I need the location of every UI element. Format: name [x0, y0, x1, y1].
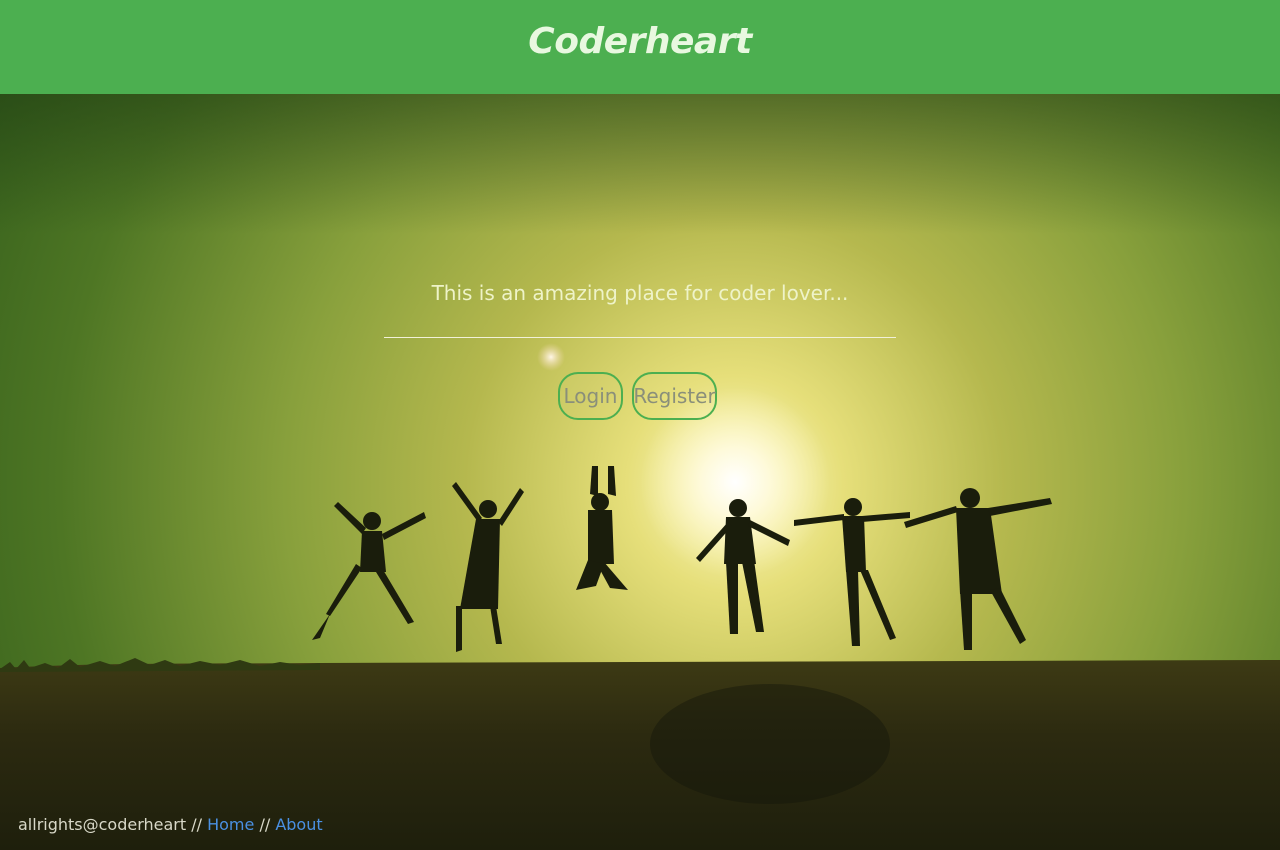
register-button[interactable]: Register	[632, 372, 717, 420]
divider-line	[384, 337, 896, 338]
hero-tagline: This is an amazing place for coder lover…	[431, 281, 849, 305]
header-bar: Coderheart	[0, 0, 1280, 94]
footer-separator: //	[254, 815, 276, 834]
hero-background-image	[0, 94, 1280, 850]
footer-copyright: allrights@coderheart	[18, 815, 187, 834]
page: Coderheart This is an amazing place for …	[0, 0, 1280, 850]
footer-separator: //	[186, 815, 208, 834]
footer-home-link[interactable]: Home	[207, 815, 254, 834]
brand-title[interactable]: Coderheart	[528, 21, 752, 62]
footer-about-link[interactable]: About	[275, 815, 322, 834]
auth-buttons: Login Register	[558, 372, 717, 420]
footer: allrights@coderheart // Home // About	[18, 815, 323, 834]
login-button[interactable]: Login	[558, 372, 623, 420]
